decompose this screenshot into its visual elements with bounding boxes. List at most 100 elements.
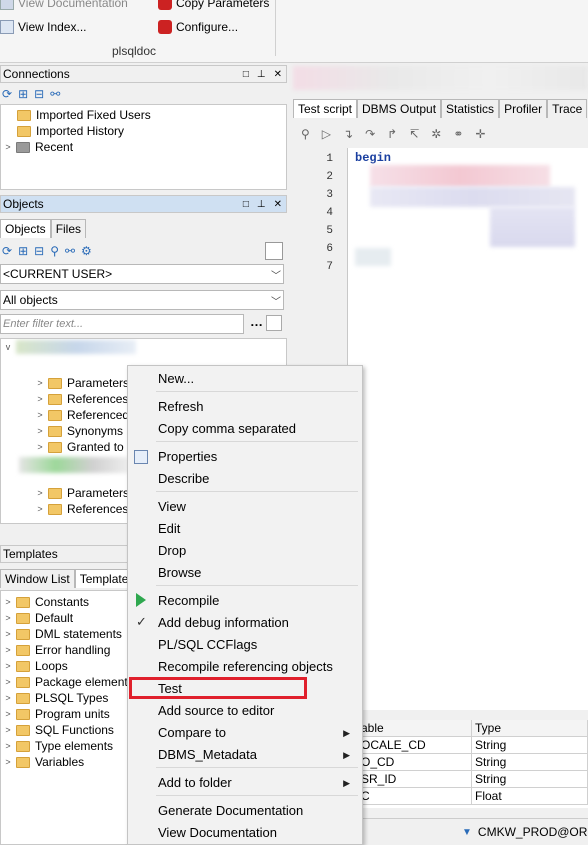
view-index-button[interactable]: View Index... [0,20,86,34]
tree-row[interactable]: > References [35,391,129,407]
menu-item[interactable]: Add source to editor [158,701,358,721]
collapse-all-icon[interactable]: ⊟ [34,87,44,101]
user-selector[interactable]: <CURRENT USER> ﹀ [0,264,284,284]
menu-item[interactable]: Browse [158,563,358,583]
menu-item[interactable]: Generate Documentation [158,801,358,821]
tree-row[interactable]: > References [35,501,129,517]
tree-row[interactable]: > Synonyms [35,423,129,439]
grid-cell[interactable]: String [472,771,588,788]
chevron-right-icon[interactable]: > [3,677,13,687]
pin-icon[interactable]: ⊥ [257,69,266,80]
chevron-right-icon[interactable]: > [35,378,45,388]
more-icon[interactable]: ✛ [475,127,485,141]
connect-icon[interactable]: ⚯ [50,87,60,101]
menu-item[interactable]: Add debug information [158,613,358,633]
chevron-right-icon[interactable]: > [35,410,45,420]
checkbox-icon[interactable] [265,242,283,260]
breakpoint-icon[interactable]: ✲ [431,127,441,141]
chevron-right-icon[interactable]: > [3,693,13,703]
close-icon[interactable]: ✕ [274,69,282,80]
grid-cell[interactable]: O_CD [358,754,472,771]
view-documentation-button[interactable]: View Documentation [0,0,128,10]
grid-cell[interactable]: Float [472,788,588,805]
filter-input[interactable]: Enter filter text... [0,314,244,334]
refresh-icon[interactable]: ⟳ [2,87,12,101]
more-options-icon[interactable]: … [250,314,263,329]
connection-status[interactable]: CMKW_PROD@ORC [478,825,588,839]
step-out-icon[interactable]: ↱ [387,127,397,141]
watch-icon[interactable]: ⚭ [453,127,463,141]
chevron-right-icon[interactable]: > [3,645,13,655]
menu-item[interactable]: Properties [158,447,358,467]
tree-row[interactable]: > Granted to [35,439,129,455]
chevron-right-icon[interactable]: > [3,661,13,671]
connection-dropdown-icon[interactable]: ▼ [462,827,472,838]
chevron-right-icon[interactable]: > [35,442,45,452]
tab-window-list[interactable]: Window List [0,569,75,588]
menu-item[interactable]: Describe [158,469,358,489]
chevron-right-icon[interactable]: > [3,725,13,735]
grid-cell[interactable]: C [358,788,472,805]
menu-item[interactable]: New... [158,369,358,389]
chevron-right-icon[interactable]: > [3,741,13,751]
expand-all-icon[interactable]: ⊞ [18,87,28,101]
object-type-selector[interactable]: All objects ﹀ [0,290,284,310]
chevron-right-icon[interactable]: > [3,613,13,623]
grid-cell[interactable]: String [472,737,588,754]
tree-row[interactable]: > Parameters [35,375,129,391]
copy-parameters-button[interactable]: Copy Parameters [158,0,269,10]
grid-cell[interactable]: String [472,754,588,771]
chevron-right-icon[interactable]: > [35,426,45,436]
step-into-icon[interactable]: ↴ [343,127,353,141]
chevron-right-icon[interactable]: > [35,394,45,404]
run-icon[interactable]: ▷ [322,127,331,141]
new-filter-icon[interactable] [266,315,282,331]
tree-row[interactable]: > Referenced [35,407,129,423]
connection-item[interactable]: > Recent [1,139,286,155]
step-over-icon[interactable]: ↷ [365,127,375,141]
tab-dbms-output[interactable]: DBMS Output [357,99,442,118]
connection-item[interactable]: Imported History [1,123,286,139]
chevron-right-icon[interactable]: > [3,629,13,639]
chevron-right-icon[interactable]: > [3,597,13,607]
tab-objects[interactable]: Objects [0,219,51,238]
connection-item[interactable]: Imported Fixed Users [1,107,286,123]
menu-item[interactable]: Refresh [158,397,358,417]
menu-item[interactable]: Recompile [158,591,358,611]
tab-statistics[interactable]: Statistics [441,99,500,118]
refresh-icon[interactable]: ⟳ [2,244,12,258]
grid-cell[interactable]: SR_ID [358,771,472,788]
menu-item[interactable]: DBMS_Metadata ▶ [158,745,358,765]
menu-item[interactable]: Edit [158,519,358,539]
tab-profiler[interactable]: Profiler [499,99,548,118]
maximize-icon[interactable]: □ [243,199,249,210]
tab-test-script[interactable]: Test script [293,99,358,118]
menu-item[interactable]: Recompile referencing objects [158,657,358,677]
filter-icon[interactable]: ⚯ [65,244,75,258]
chevron-right-icon[interactable]: > [35,504,45,514]
menu-item[interactable]: Add to folder ▶ [158,773,358,793]
close-icon[interactable]: ✕ [274,199,282,210]
chevron-right-icon[interactable]: > [35,488,45,498]
maximize-icon[interactable]: □ [243,69,249,80]
run-to-exception-icon[interactable]: ↸ [409,127,419,141]
menu-item[interactable]: View Documentation [158,823,358,843]
menu-item[interactable]: Compare to ▶ [158,723,358,743]
chevron-right-icon[interactable]: > [3,709,13,719]
pin-icon[interactable]: ⊥ [257,199,266,210]
chevron-right-icon[interactable]: > [3,142,13,152]
settings-icon[interactable]: ⚙ [81,244,92,258]
configure-button[interactable]: Configure... [158,20,238,34]
grid-cell[interactable]: OCALE_CD [358,737,472,754]
menu-item[interactable]: PL/SQL CCFlags [158,635,358,655]
search-icon[interactable]: ⚲ [301,127,310,141]
grid-header[interactable]: able [358,720,472,737]
tree-row[interactable]: > Parameters [35,485,129,501]
collapse-all-icon[interactable]: ⊟ [34,244,44,258]
find-icon[interactable]: ⚲ [50,244,59,258]
tab-files[interactable]: Files [50,219,87,238]
expand-all-icon[interactable]: ⊞ [18,244,28,258]
menu-item[interactable]: Drop [158,541,358,561]
grid-header[interactable]: Type [472,720,588,737]
menu-item[interactable]: Copy comma separated [158,419,358,439]
